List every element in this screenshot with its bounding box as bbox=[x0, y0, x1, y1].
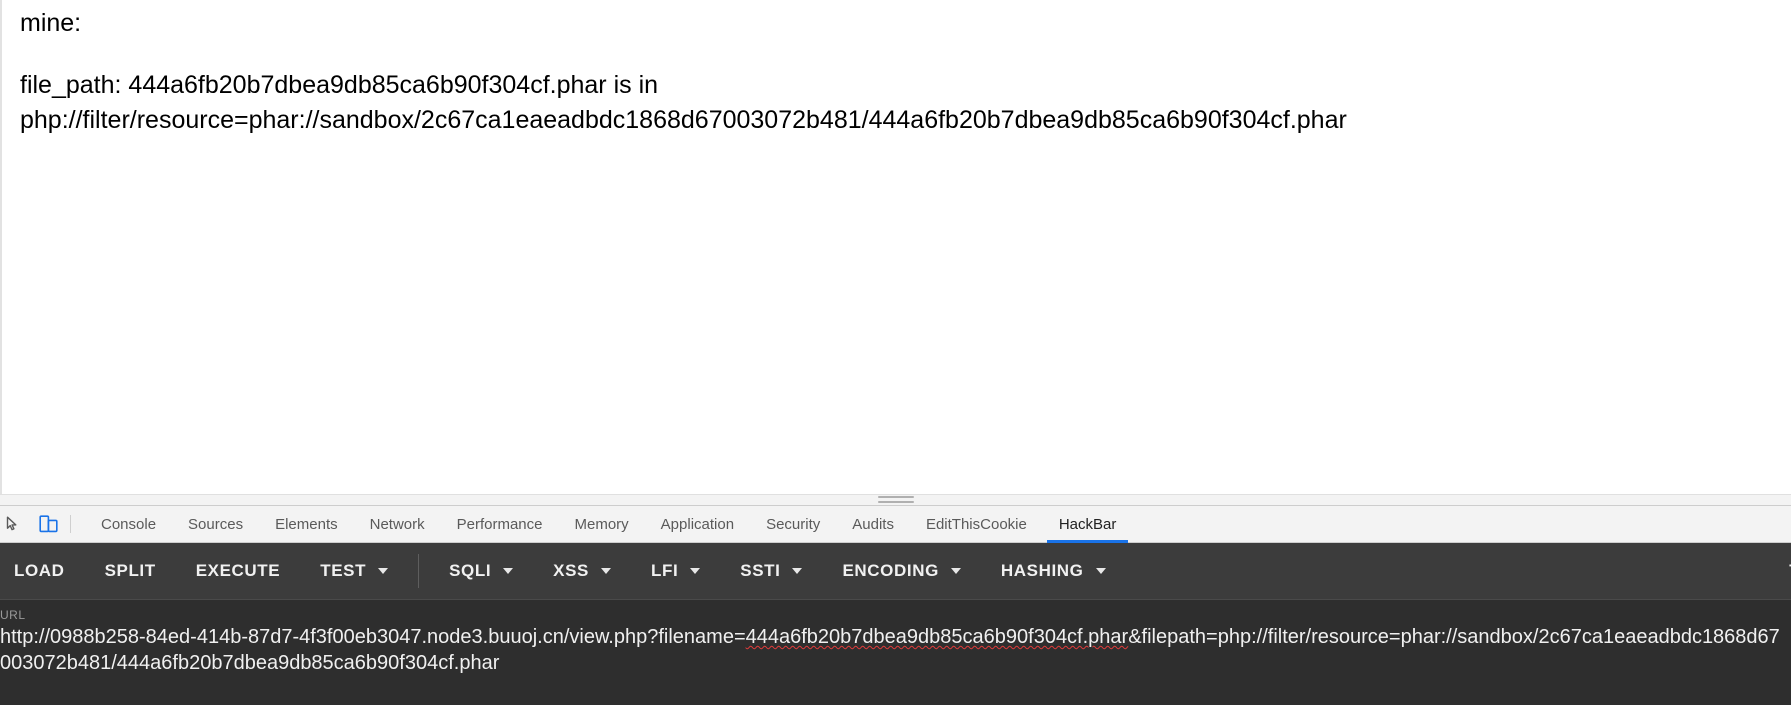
splitter-grip-icon[interactable] bbox=[877, 496, 914, 506]
hackbar-url-panel: URL http://0988b258-84ed-414b-87d7-4f3f0… bbox=[0, 599, 1791, 705]
tab-label: Performance bbox=[456, 515, 543, 533]
execute-button[interactable]: EXECUTE bbox=[176, 543, 301, 599]
button-label: TEST bbox=[320, 561, 367, 580]
url-query-prefix: filename= bbox=[658, 626, 746, 648]
tab-network[interactable]: Network bbox=[354, 506, 441, 542]
chevron-down-icon bbox=[690, 568, 701, 574]
url-filename-value: 444a6fb20b7dbea9db85ca6b90f304cf.phar bbox=[745, 626, 1129, 648]
grip-line bbox=[877, 496, 914, 498]
tab-label: HackBar bbox=[1058, 515, 1117, 533]
tab-label: Audits bbox=[852, 515, 894, 533]
browser-window: mine: file_path: 444a6fb20b7dbea9db85ca6… bbox=[0, 0, 1791, 705]
tab-performance[interactable]: Performance bbox=[441, 506, 559, 542]
page-body-line-1: file_path: 444a6fb20b7dbea9db85ca6b90f30… bbox=[20, 70, 659, 99]
page-body-text: file_path: 444a6fb20b7dbea9db85ca6b90f30… bbox=[20, 68, 1765, 139]
url-field-label: URL bbox=[0, 608, 26, 622]
chevron-down-icon bbox=[792, 568, 803, 574]
toolbar-divider bbox=[70, 515, 71, 533]
theme-button[interactable]: THE bbox=[1769, 543, 1791, 599]
hashing-menu-button[interactable]: HASHING bbox=[981, 543, 1126, 599]
button-label: EXECUTE bbox=[195, 561, 281, 580]
split-button[interactable]: SPLIT bbox=[85, 543, 176, 599]
devtools-icon-group bbox=[0, 506, 62, 542]
page-content: mine: file_path: 444a6fb20b7dbea9db85ca6… bbox=[2, 0, 1791, 139]
toolbar-separator bbox=[418, 554, 420, 588]
devtools-tabstrip: Console Sources Elements Network Perform… bbox=[0, 505, 1791, 543]
test-menu-button[interactable]: TEST bbox=[300, 543, 408, 599]
button-label: LOAD bbox=[14, 561, 65, 580]
load-button[interactable]: LOAD bbox=[0, 543, 85, 599]
tab-label: Elements bbox=[275, 515, 338, 533]
button-label: SSTI bbox=[740, 561, 781, 580]
tab-memory[interactable]: Memory bbox=[559, 506, 645, 542]
chevron-down-icon bbox=[601, 568, 611, 574]
tab-label: Console bbox=[101, 515, 157, 533]
tab-audits[interactable]: Audits bbox=[836, 506, 910, 542]
xss-menu-button[interactable]: XSS bbox=[533, 543, 631, 599]
tab-label: Application bbox=[660, 515, 735, 533]
tab-label: Network bbox=[369, 515, 425, 533]
tab-hackbar[interactable]: HackBar bbox=[1043, 506, 1133, 543]
grip-line bbox=[877, 501, 914, 503]
inspect-element-icon[interactable] bbox=[0, 511, 26, 537]
url-amp-param: &filepath= bbox=[1128, 626, 1218, 648]
page-viewport: mine: file_path: 444a6fb20b7dbea9db85ca6… bbox=[0, 0, 1791, 494]
tab-label: EditThisCookie bbox=[925, 515, 1027, 533]
lfi-menu-button[interactable]: LFI bbox=[631, 543, 720, 599]
page-heading: mine: bbox=[20, 9, 82, 37]
devtools-tab-list: Console Sources Elements Network Perform… bbox=[85, 506, 1133, 543]
button-label: SQLI bbox=[449, 561, 492, 580]
devtools-splitter[interactable] bbox=[0, 494, 1791, 505]
button-label: HASHING bbox=[1000, 561, 1084, 580]
ssti-menu-button[interactable]: SSTI bbox=[720, 543, 822, 599]
encoding-menu-button[interactable]: ENCODING bbox=[822, 543, 980, 599]
button-label: ENCODING bbox=[842, 561, 939, 580]
url-base: http://0988b258-84ed-414b-87d7-4f3f00eb3… bbox=[0, 626, 659, 648]
tab-security[interactable]: Security bbox=[750, 506, 836, 542]
page-body-line-2: php://filter/resource=phar://sandbox/2c6… bbox=[20, 106, 1347, 134]
chevron-down-icon bbox=[378, 568, 389, 574]
chevron-down-icon bbox=[950, 568, 961, 574]
tab-sources[interactable]: Sources bbox=[172, 506, 259, 542]
sqli-menu-button[interactable]: SQLI bbox=[429, 543, 533, 599]
tab-application[interactable]: Application bbox=[645, 506, 750, 542]
tab-elements[interactable]: Elements bbox=[259, 506, 354, 542]
button-label: SPLIT bbox=[104, 561, 156, 580]
tab-label: Memory bbox=[574, 515, 629, 533]
hackbar-toolbar: LOAD SPLIT EXECUTE TEST SQLI XSS LFI SST… bbox=[0, 543, 1791, 599]
tab-label: Sources bbox=[188, 515, 244, 533]
url-input[interactable]: http://0988b258-84ed-414b-87d7-4f3f00eb3… bbox=[0, 624, 1791, 677]
tab-editthiscookie[interactable]: EditThisCookie bbox=[910, 506, 1043, 542]
button-label: LFI bbox=[651, 561, 679, 580]
device-toolbar-icon[interactable] bbox=[36, 511, 62, 537]
tab-console[interactable]: Console bbox=[85, 506, 172, 542]
chevron-down-icon bbox=[503, 568, 514, 574]
chevron-down-icon bbox=[1095, 568, 1106, 574]
button-label: XSS bbox=[553, 561, 589, 580]
tab-label: Security bbox=[766, 515, 821, 533]
